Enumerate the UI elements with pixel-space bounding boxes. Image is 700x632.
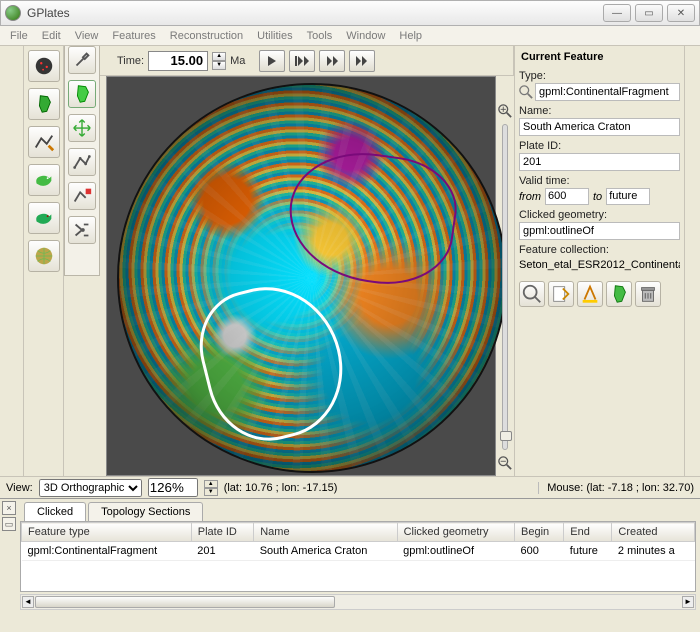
move-icon[interactable] (68, 114, 96, 142)
zoom-input[interactable] (148, 478, 198, 497)
rewind-start-button[interactable] (289, 50, 315, 72)
name-value: South America Craton (519, 118, 680, 136)
dino-green-icon[interactable] (28, 164, 60, 196)
inspect-icon[interactable] (519, 85, 533, 99)
type-label: Type: (519, 70, 680, 82)
current-feature-heading: Current Feature (519, 48, 680, 66)
globe-row (64, 76, 514, 476)
projection-select[interactable]: 3D Orthographic (39, 479, 142, 497)
zoom-slider[interactable] (502, 124, 508, 450)
panel-undock-icon[interactable]: ▭ (2, 517, 16, 531)
africa-outline-icon[interactable] (28, 88, 60, 120)
menu-tools[interactable]: Tools (301, 28, 339, 44)
sphere-grid-icon[interactable] (28, 240, 60, 272)
delete-vertex-icon[interactable] (68, 182, 96, 210)
view-label: View: (6, 482, 33, 494)
type-value: gpml:ContinentalFragment (535, 83, 680, 101)
geom-label: Clicked geometry: (519, 209, 680, 221)
zoom-in-icon[interactable] (498, 104, 512, 118)
menubar: File Edit View Features Reconstruction U… (0, 26, 700, 46)
dino-dark-icon[interactable] (28, 202, 60, 234)
tab-clicked[interactable]: Clicked (24, 502, 86, 521)
step-back-button[interactable] (319, 50, 345, 72)
latlon-readout: (lat: 10.76 ; lon: -17.15) (224, 482, 338, 494)
split-icon[interactable] (68, 216, 96, 244)
col-end[interactable]: End (564, 523, 612, 542)
feature-actions (519, 281, 680, 307)
clicked-panel: × ▭ Clicked Topology Sections Feature ty… (0, 498, 700, 614)
window-title: GPlates (27, 6, 603, 20)
polyline-edit-icon[interactable] (28, 126, 60, 158)
menu-view[interactable]: View (69, 28, 105, 44)
current-feature-panel: Current Feature Type: gpml:ContinentalFr… (514, 46, 684, 476)
time-input[interactable] (148, 51, 208, 71)
validtime-label: Valid time: (519, 175, 680, 187)
query-feature-icon[interactable] (519, 281, 545, 307)
step-forward-button[interactable] (349, 50, 375, 72)
time-toolbar: Time: ▲▼ Ma (64, 46, 514, 76)
main: Time: ▲▼ Ma Current Feature Type: (0, 46, 700, 476)
from-value: 600 (545, 188, 589, 205)
titlebar: GPlates — ▭ ✕ (0, 0, 700, 26)
scroll-thumb[interactable] (35, 596, 335, 608)
geom-value: gpml:outlineOf (519, 222, 680, 240)
africa-green-icon[interactable] (68, 80, 96, 108)
delete-feature-icon[interactable] (635, 281, 661, 307)
to-label: to (593, 191, 602, 203)
menu-utilities[interactable]: Utilities (251, 28, 298, 44)
name-label: Name: (519, 105, 680, 117)
col-name[interactable]: Name (254, 523, 397, 542)
col-plate-id[interactable]: Plate ID (191, 523, 253, 542)
tab-topology[interactable]: Topology Sections (88, 502, 203, 521)
plateid-value: 201 (519, 153, 680, 171)
table-row[interactable]: gpml:ContinentalFragment 201 South Ameri… (22, 542, 695, 561)
clone-feature-icon[interactable] (606, 281, 632, 307)
panel-controls: × ▭ (0, 499, 20, 614)
menu-file[interactable]: File (4, 28, 34, 44)
picker-icon[interactable] (68, 46, 96, 74)
edit-feature-icon[interactable] (548, 281, 574, 307)
scroll-right-icon[interactable]: ► (682, 596, 694, 608)
globe-tool-icon[interactable] (28, 50, 60, 82)
maximize-button[interactable]: ▭ (635, 4, 663, 22)
globe-canvas[interactable] (106, 76, 496, 476)
fc-label: Feature collection: (519, 244, 680, 256)
view-status-bar: View: 3D Orthographic ▲▼ (lat: 10.76 ; l… (0, 476, 700, 498)
col-feature-type[interactable]: Feature type (22, 523, 192, 542)
app-icon (5, 5, 21, 21)
col-begin[interactable]: Begin (515, 523, 564, 542)
bottom-tabs: Clicked Topology Sections (20, 499, 700, 521)
from-label: from (519, 191, 541, 203)
zoom-out-icon[interactable] (498, 456, 512, 470)
to-value: future (606, 188, 650, 205)
globe-projection[interactable] (117, 83, 507, 473)
tool-column-primary (24, 46, 64, 476)
clicked-table: Feature type Plate ID Name Clicked geome… (20, 521, 696, 592)
menu-features[interactable]: Features (106, 28, 161, 44)
horizontal-scrollbar[interactable]: ◄ ► (20, 594, 696, 610)
time-unit: Ma (230, 55, 245, 67)
mouse-readout: Mouse: (lat: -7.18 ; lon: 32.70) (538, 482, 694, 494)
polyline-icon[interactable] (68, 148, 96, 176)
fc-value: Seton_etal_ESR2012_ContinentalPo (519, 257, 680, 275)
panel-close-icon[interactable]: × (2, 501, 16, 515)
menu-reconstruction[interactable]: Reconstruction (164, 28, 249, 44)
minimize-button[interactable]: — (603, 4, 631, 22)
menu-help[interactable]: Help (393, 28, 428, 44)
time-label: Time: (117, 55, 144, 67)
center-area: Time: ▲▼ Ma (64, 46, 514, 476)
col-geometry[interactable]: Clicked geometry (397, 523, 514, 542)
close-button[interactable]: ✕ (667, 4, 695, 22)
highlight-feature-icon[interactable] (577, 281, 603, 307)
time-spinner[interactable]: ▲▼ (212, 52, 226, 70)
play-button[interactable] (259, 50, 285, 72)
plateid-label: Plate ID: (519, 140, 680, 152)
col-created[interactable]: Created (612, 523, 695, 542)
menu-window[interactable]: Window (340, 28, 391, 44)
dock-strip-right (684, 46, 700, 476)
scroll-left-icon[interactable]: ◄ (22, 596, 34, 608)
menu-edit[interactable]: Edit (36, 28, 67, 44)
dock-strip-left (0, 46, 24, 476)
